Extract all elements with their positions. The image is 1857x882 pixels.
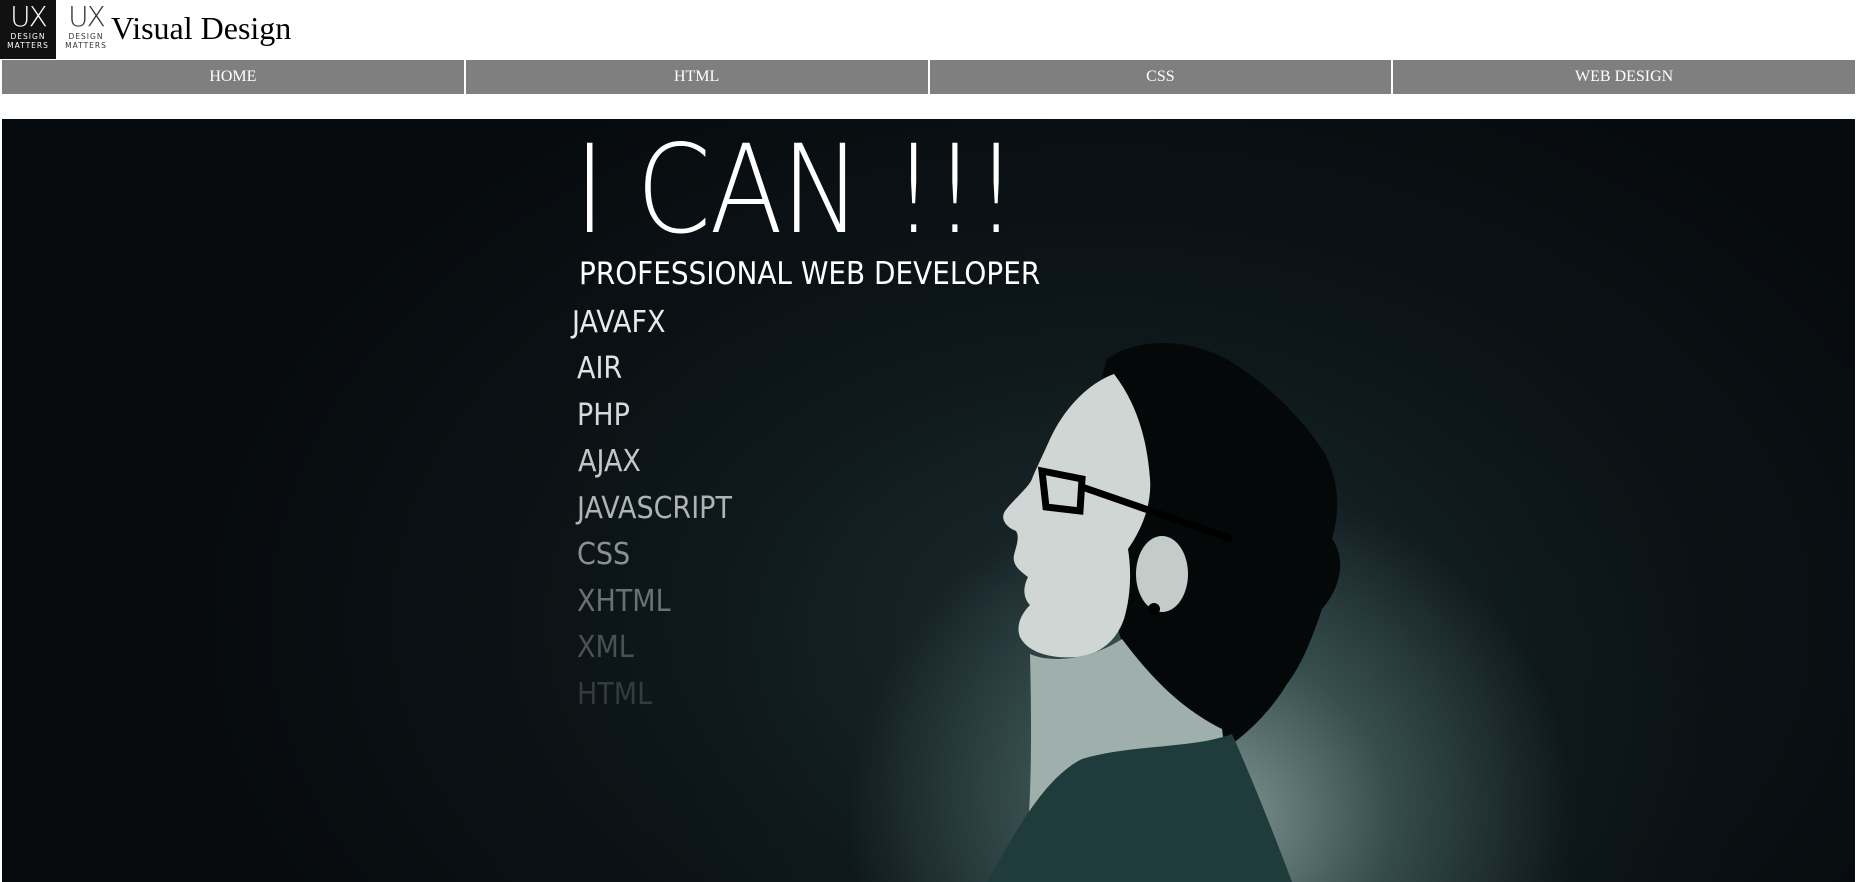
site-title: Visual Design: [111, 10, 292, 46]
hero-banner: I CAN !!! PROFESSIONAL WEB DEVELOPER JAV…: [2, 119, 1855, 882]
skill-item: AIR: [577, 351, 623, 386]
portrait-ear: [1136, 536, 1188, 612]
nav-home[interactable]: HOME: [2, 60, 464, 94]
skill-item: HTML: [577, 677, 653, 712]
nav-html[interactable]: HTML: [465, 60, 928, 94]
skill-item: JAVASCRIPT: [577, 491, 732, 526]
portrait-earring: [1148, 603, 1160, 615]
ux-logo-light[interactable]: UX DESIGN MATTERS: [58, 0, 114, 59]
skill-item: PHP: [577, 398, 630, 433]
skill-item: XML: [577, 630, 634, 665]
hero-headline: I CAN !!!: [574, 119, 1018, 261]
nav-web-design[interactable]: WEB DESIGN: [1393, 60, 1855, 94]
main-nav: HOME HTML CSS WEB DESIGN: [2, 60, 1855, 94]
ux-logo-dark[interactable]: UX DESIGN MATTERS: [0, 0, 56, 59]
skill-item: CSS: [577, 537, 631, 572]
skill-item: AJAX: [578, 444, 641, 479]
nav-css[interactable]: CSS: [929, 60, 1392, 94]
skill-item: JAVAFX: [572, 305, 666, 340]
skill-item: XHTML: [577, 584, 671, 619]
site-header: UX DESIGN MATTERS UX DESIGN MATTERS Visu…: [0, 0, 1857, 59]
hero-subheadline: PROFESSIONAL WEB DEVELOPER: [579, 256, 1041, 292]
